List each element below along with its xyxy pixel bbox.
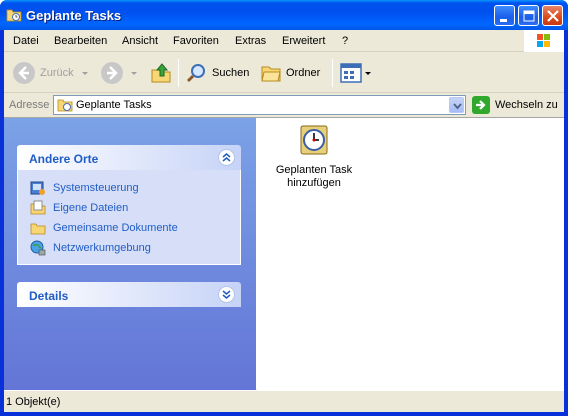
menu-ansicht[interactable]: Ansicht: [122, 35, 158, 47]
details-panel: Details: [17, 282, 241, 307]
close-icon: [547, 10, 559, 22]
toolbar-separator: [332, 59, 333, 87]
link-netzwerkumgebung[interactable]: Netzwerkumgebung: [18, 238, 240, 258]
minimize-button[interactable]: [494, 5, 515, 26]
go-arrow-icon: [472, 96, 490, 114]
other-places-panel: Andere Orte Systemsteuerung Eigene Datei…: [17, 145, 241, 265]
search-icon: [186, 64, 205, 83]
network-globe-icon: [30, 240, 46, 256]
control-panel-icon: [30, 180, 46, 196]
link-eigene-dateien[interactable]: Eigene Dateien: [18, 198, 240, 218]
menu-erweitert[interactable]: Erweitert: [282, 35, 325, 47]
link-systemsteuerung[interactable]: Systemsteuerung: [18, 178, 240, 198]
maximize-button[interactable]: [518, 5, 539, 26]
scheduled-task-icon: [298, 124, 330, 156]
file-label-line1: Geplanten Task: [275, 164, 353, 176]
up-folder-icon: [151, 63, 171, 83]
maximize-icon: [523, 10, 535, 22]
expand-chevron-icon[interactable]: [218, 286, 235, 303]
back-dropdown-icon: [81, 72, 88, 75]
menu-bearbeiten[interactable]: Bearbeiten: [54, 35, 107, 47]
address-field[interactable]: Geplante Tasks: [53, 95, 466, 115]
window-title: Geplante Tasks: [26, 8, 122, 23]
content-area: Andere Orte Systemsteuerung Eigene Datei…: [4, 117, 564, 390]
back-button[interactable]: Zurück: [12, 61, 91, 85]
explorer-window: Geplante Tasks Datei Bearbeiten Ansicht …: [0, 0, 568, 416]
other-places-header[interactable]: Andere Orte: [17, 145, 241, 170]
shared-documents-folder-icon: [30, 220, 46, 236]
views-dropdown-icon: [365, 72, 371, 75]
close-button[interactable]: [542, 5, 563, 26]
menu-bar: Datei Bearbeiten Ansicht Favoriten Extra…: [4, 30, 564, 52]
views-button[interactable]: [340, 61, 372, 85]
my-documents-icon: [30, 200, 46, 216]
menu-favoriten[interactable]: Favoriten: [173, 35, 219, 47]
window-body: Datei Bearbeiten Ansicht Favoriten Extra…: [4, 30, 564, 412]
forward-button[interactable]: [100, 61, 140, 85]
address-dropdown-button[interactable]: [449, 97, 464, 113]
forward-dropdown-icon: [131, 72, 137, 75]
menu-help[interactable]: ?: [342, 35, 348, 47]
folders-icon: [261, 66, 281, 82]
search-button[interactable]: Suchen: [186, 61, 249, 85]
address-label: Adresse: [9, 99, 50, 111]
collapse-chevron-icon[interactable]: [218, 149, 235, 166]
menu-datei[interactable]: Datei: [13, 35, 39, 47]
go-button[interactable]: Wechseln zu: [472, 95, 558, 115]
link-gemeinsame-dokumente[interactable]: Gemeinsame Dokumente: [18, 218, 240, 238]
minimize-icon: [500, 19, 507, 22]
status-text: 1 Objekt(e): [6, 396, 61, 408]
scheduled-tasks-folder-icon: [57, 97, 73, 116]
windows-logo-icon: [524, 30, 564, 52]
views-icon: [340, 63, 362, 83]
folders-button[interactable]: Ordner: [260, 61, 320, 85]
toolbar: Zurück Suchen Ordner: [4, 53, 564, 93]
chevron-down-icon: [453, 103, 462, 110]
title-bar[interactable]: Geplante Tasks: [0, 0, 568, 30]
file-label-line2: hinzufügen: [287, 177, 341, 189]
address-bar: Adresse Geplante Tasks Wechseln zu: [4, 94, 564, 116]
status-bar: 1 Objekt(e): [4, 390, 564, 412]
back-arrow-icon: [13, 62, 35, 84]
forward-arrow-icon: [101, 62, 123, 84]
menu-extras[interactable]: Extras: [235, 35, 266, 47]
task-pane: Andere Orte Systemsteuerung Eigene Datei…: [4, 118, 256, 390]
details-header[interactable]: Details: [17, 282, 241, 307]
toolbar-separator: [178, 59, 179, 87]
address-value: Geplante Tasks: [76, 99, 152, 111]
up-folder-button[interactable]: [150, 61, 172, 85]
scheduled-tasks-folder-icon: [6, 7, 22, 23]
file-list: Geplanten Task hinzufügen: [257, 118, 564, 390]
